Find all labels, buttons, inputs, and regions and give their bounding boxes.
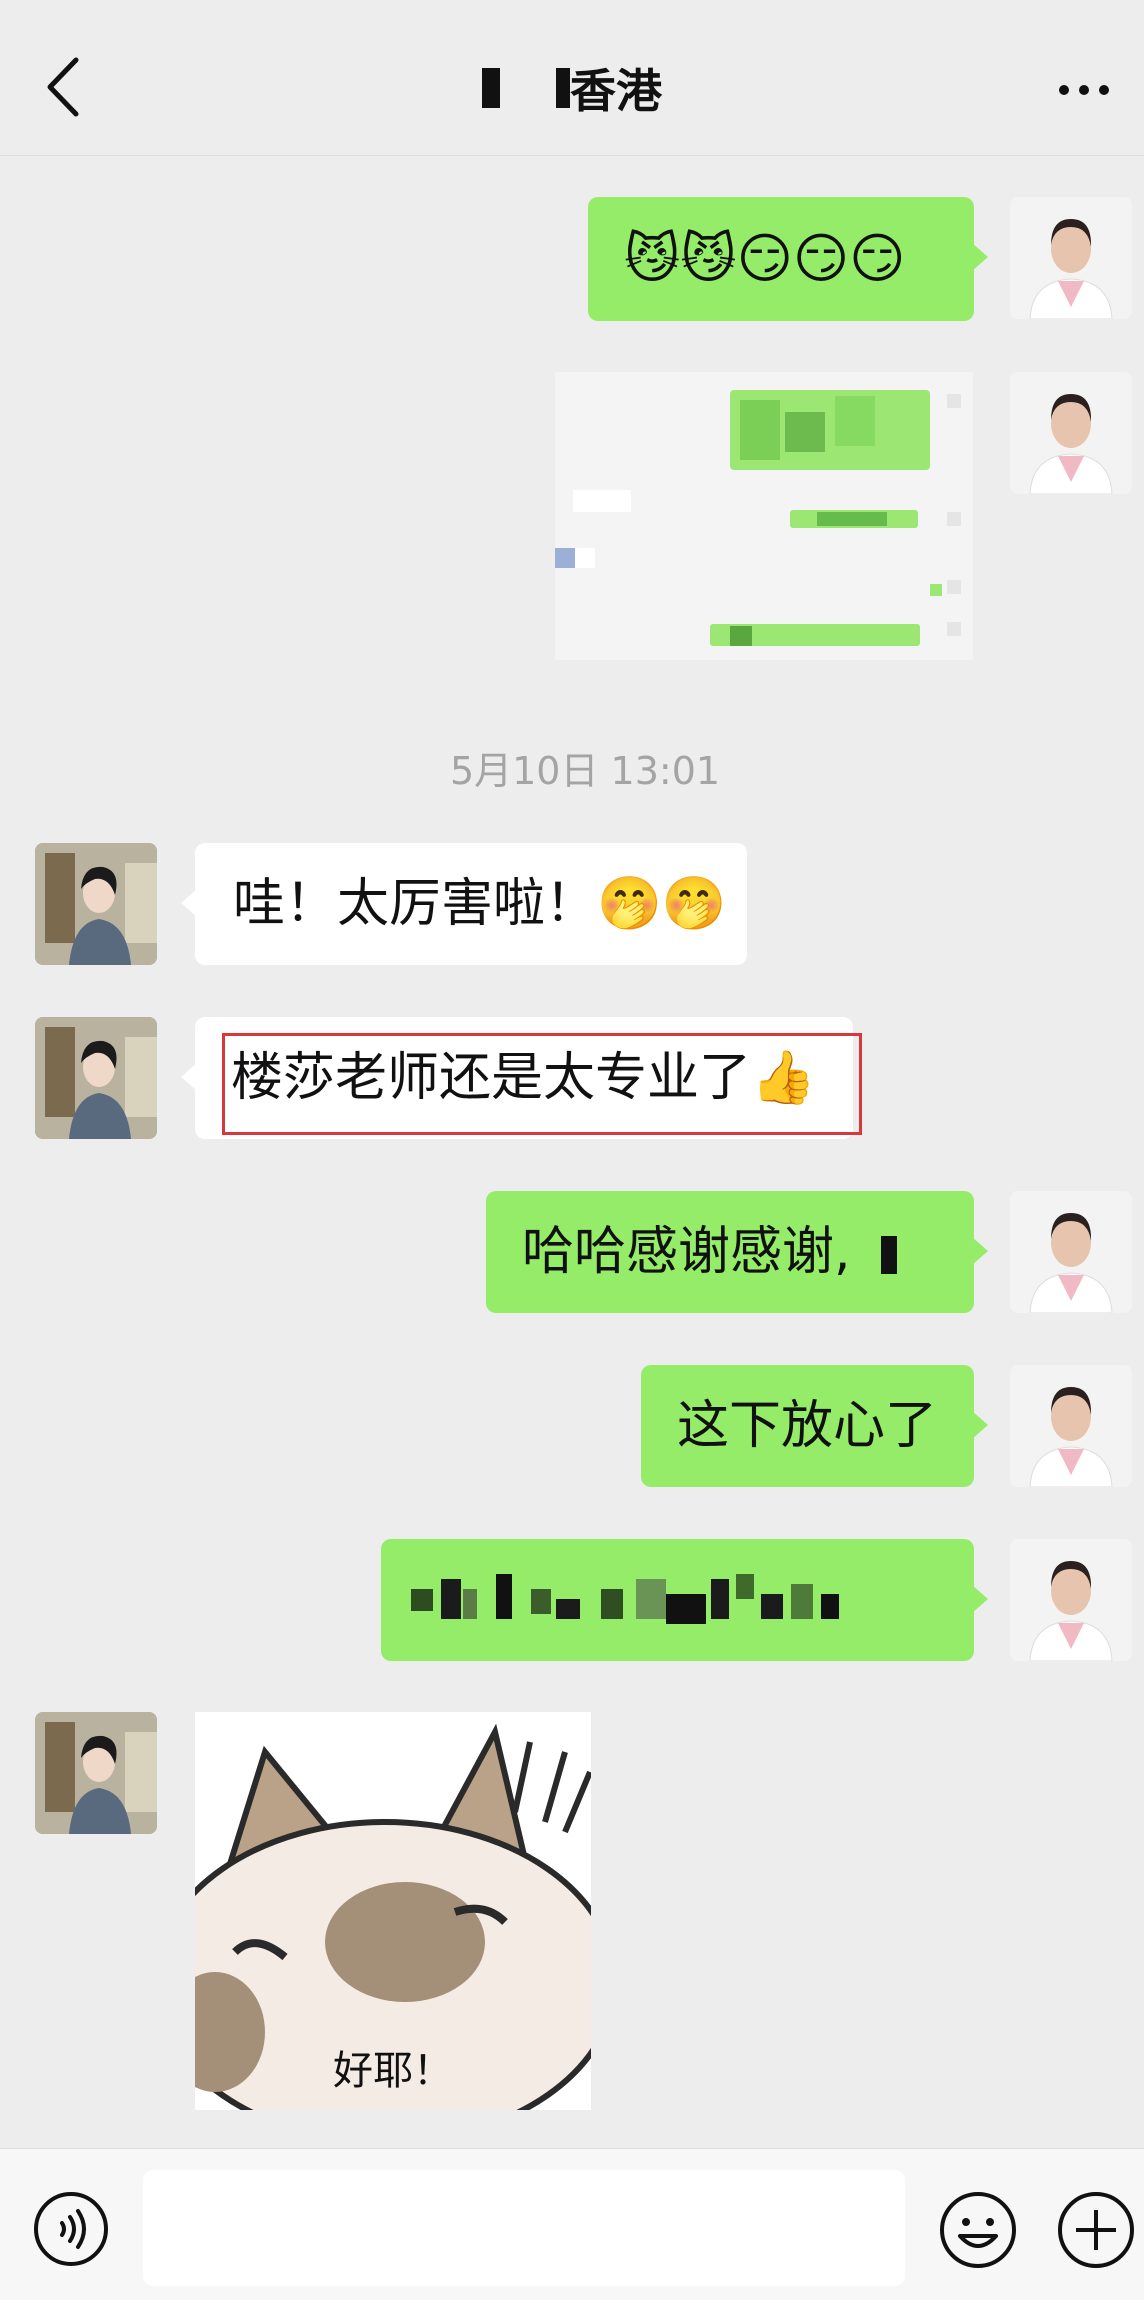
chat-title-container: 香港 (0, 55, 1144, 125)
message-bubble-self[interactable]: 哈哈感谢感谢, (486, 1191, 988, 1313)
emoji-row: 🤭🤭 (597, 874, 727, 934)
bubble-tail (972, 1237, 988, 1265)
person-icon (1010, 372, 1132, 494)
sticker-message[interactable]: 好耶！ (195, 1712, 591, 2110)
bubble-tail (181, 889, 197, 917)
emoji-row: 😼😼😏😏😏 (624, 227, 906, 290)
highlight-annotation-box (222, 1033, 862, 1135)
message-bubble-self-redacted[interactable] (381, 1539, 988, 1661)
plus-icon[interactable] (1056, 2190, 1136, 2270)
message-input[interactable] (143, 2170, 905, 2286)
bubble-tail (181, 1063, 197, 1091)
message-text: 哇！太厉害啦！ (233, 874, 598, 934)
person-icon (1010, 1365, 1132, 1487)
chat-title: 香港 (570, 64, 662, 118)
avatar-self[interactable] (1010, 1191, 1132, 1313)
redacted-mark (556, 68, 570, 108)
bubble-tail (972, 1585, 988, 1613)
message-bubble-self[interactable]: 这下放心了 (641, 1365, 988, 1487)
avatar-other[interactable] (35, 1712, 157, 1834)
bubble-tail (972, 1411, 988, 1439)
message-bubble-other[interactable]: 哇！太厉害啦！🤭🤭 (181, 843, 747, 965)
avatar-self[interactable] (1010, 197, 1132, 319)
avatar-other[interactable] (35, 843, 157, 965)
redacted-pixelation (411, 1574, 839, 1624)
person-icon (35, 843, 157, 965)
person-icon (1010, 197, 1132, 319)
bubble-tail (972, 243, 988, 271)
message-timestamp: 5月10日 13:01 (449, 749, 721, 793)
image-message-screenshot[interactable] (555, 372, 973, 660)
avatar-self[interactable] (1010, 1539, 1132, 1661)
redacted-mark (482, 68, 500, 108)
chat-screenshot-thumbnail (555, 372, 973, 660)
more-dots-icon[interactable] (1056, 80, 1112, 100)
person-icon (35, 1017, 157, 1139)
voice-icon[interactable] (32, 2190, 110, 2268)
person-icon (1010, 1191, 1132, 1313)
sticker-caption: 好耶！ (333, 2048, 453, 2094)
avatar-self[interactable] (1010, 1365, 1132, 1487)
message-text: 哈哈感谢感谢, (522, 1222, 851, 1282)
avatar-self[interactable] (1010, 372, 1132, 494)
message-text: 这下放心了 (677, 1396, 938, 1456)
emoji-icon[interactable] (938, 2190, 1018, 2270)
person-icon (1010, 1539, 1132, 1661)
redacted-mark (881, 1236, 898, 1274)
avatar-other[interactable] (35, 1017, 157, 1139)
person-icon (35, 1712, 157, 1834)
message-bubble-self[interactable]: 😼😼😏😏😏 (588, 197, 988, 321)
